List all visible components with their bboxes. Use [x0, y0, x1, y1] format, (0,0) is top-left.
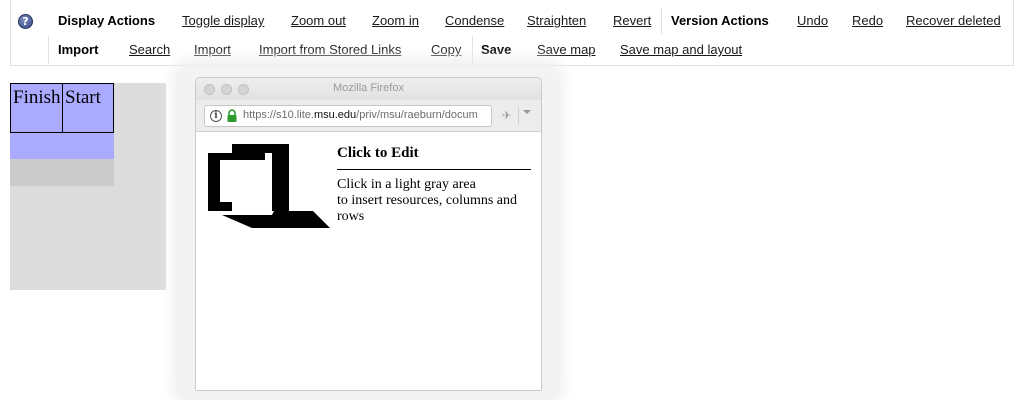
redo-link[interactable]: Redo — [852, 13, 883, 29]
url-text: https://s10.lite.msu.edu/priv/msu/raebur… — [243, 109, 478, 121]
revert-link[interactable]: Revert — [613, 13, 651, 29]
zoom-in-link[interactable]: Zoom in — [372, 13, 419, 29]
grid-insert-band[interactable] — [10, 159, 114, 186]
navigation-bar: i https://s10.lite.msu.edu/priv/msu/raeb… — [196, 100, 541, 132]
recover-deleted-link[interactable]: Recover deleted — [906, 13, 1001, 29]
edit-panel-instructions: Click in a light gray area to insert res… — [337, 177, 518, 224]
help-icon[interactable]: ? — [18, 14, 33, 29]
toggle-display-link[interactable]: Toggle display — [182, 13, 264, 29]
window-titlebar[interactable]: Mozilla Firefox — [196, 78, 541, 100]
toolbar-divider — [472, 36, 473, 64]
info-icon[interactable]: i — [210, 110, 222, 122]
condense-link[interactable]: Condense — [445, 13, 504, 29]
search-link[interactable]: Search — [129, 42, 170, 58]
firefox-window: Mozilla Firefox i https://s10.lite.msu.e… — [195, 77, 542, 391]
display-actions-heading: Display Actions — [58, 13, 156, 28]
zoom-out-link[interactable]: Zoom out — [291, 13, 346, 29]
address-bar[interactable]: i https://s10.lite.msu.edu/priv/msu/raeb… — [204, 105, 492, 127]
undo-link[interactable]: Undo — [797, 13, 828, 29]
save-map-layout-link[interactable]: Save map and layout — [620, 42, 742, 58]
import-stored-links-link[interactable]: Import from Stored Links — [259, 42, 401, 58]
save-map-link[interactable]: Save map — [537, 42, 596, 58]
toolbar-divider — [661, 8, 662, 34]
straighten-link[interactable]: Straighten — [527, 13, 586, 29]
save-heading: Save — [481, 42, 512, 57]
grid-cell-start[interactable]: Start — [62, 83, 114, 133]
lock-icon — [227, 109, 237, 122]
edit-panel-title[interactable]: Click to Edit — [337, 144, 531, 170]
grid-row-band[interactable] — [10, 133, 114, 159]
grid-cell-finish[interactable]: Finish — [10, 83, 63, 133]
import-link[interactable]: Import — [194, 42, 231, 58]
toolbar-separator — [518, 107, 519, 124]
copy-link[interactable]: Copy — [431, 42, 461, 58]
toolbar: ? Display Actions Toggle display Zoom ou… — [10, 0, 1014, 66]
computer-logo-icon — [208, 144, 330, 228]
version-actions-heading: Version Actions — [671, 13, 769, 28]
import-heading: Import — [58, 42, 99, 57]
page-content: Click to Edit Click in a light gray area… — [196, 132, 541, 390]
toolbar-divider — [48, 36, 49, 64]
chevron-down-icon[interactable] — [523, 110, 531, 114]
extension-icon[interactable]: ✈ — [502, 109, 511, 122]
window-title: Mozilla Firefox — [333, 82, 404, 94]
